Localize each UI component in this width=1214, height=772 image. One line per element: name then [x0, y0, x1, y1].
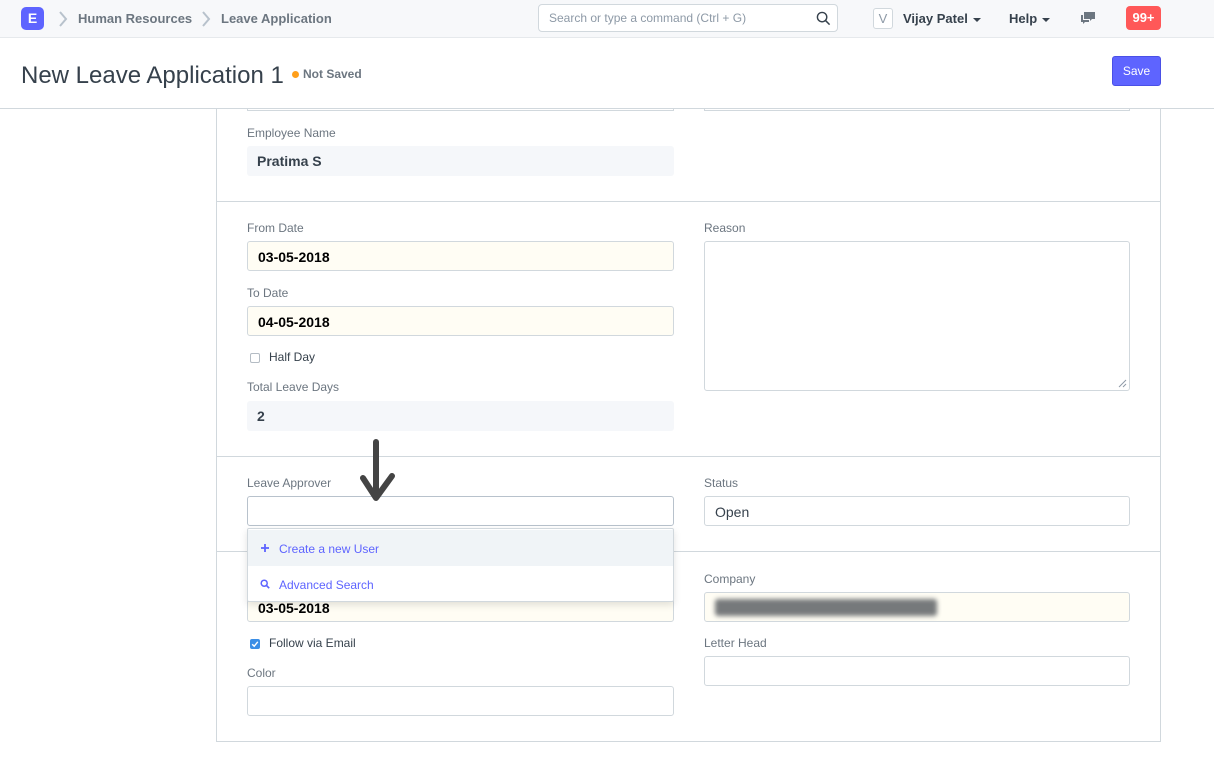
section-divider [217, 456, 1160, 457]
to-date-field[interactable]: 04-05-2018 [247, 306, 674, 336]
total-leave-days-label: Total Leave Days [247, 380, 340, 394]
chevron-right-icon [202, 11, 211, 27]
reason-label: Reason [704, 221, 746, 235]
redacted-company-name [715, 599, 937, 616]
letter-head-input[interactable] [704, 656, 1130, 686]
create-new-user-option[interactable]: Create a new User [248, 530, 673, 566]
resize-handle-icon[interactable] [1118, 379, 1127, 388]
follow-via-email-label: Follow via Email [269, 636, 356, 650]
follow-via-email-checkbox[interactable] [250, 639, 260, 649]
total-leave-days-value: 2 [247, 401, 674, 431]
help-menu[interactable]: Help [1009, 11, 1051, 26]
status-label: Status [704, 476, 739, 490]
search-icon [260, 579, 270, 589]
create-new-user-label: Create a new User [279, 542, 380, 556]
arrow-down-icon [360, 439, 395, 501]
employee-name-value: Pratima S [247, 146, 674, 176]
leave-approver-label: Leave Approver [247, 476, 332, 490]
awesomebar[interactable] [538, 4, 838, 32]
half-day-checkbox[interactable] [250, 353, 260, 363]
check-icon [251, 641, 259, 648]
save-button[interactable]: Save [1112, 56, 1161, 86]
chevron-right-icon [59, 11, 68, 27]
plus-icon [261, 544, 269, 552]
reason-textarea[interactable] [704, 241, 1130, 391]
page-head: New Leave Application 1 Not Saved Save [0, 39, 1214, 109]
status-select[interactable]: Open [704, 496, 1130, 526]
from-date-field[interactable]: 03-05-2018 [247, 241, 674, 271]
section-divider [217, 201, 1160, 202]
status-indicator-dot [292, 71, 299, 78]
user-avatar[interactable]: V [873, 8, 893, 29]
save-status: Not Saved [303, 67, 362, 81]
search-input[interactable] [549, 11, 809, 25]
caret-down-icon [1042, 17, 1051, 22]
chat-icon[interactable] [1080, 11, 1096, 26]
breadcrumb-leave-application[interactable]: Leave Application [221, 11, 332, 26]
leave-approver-dropdown: Create a new User Advanced Search [247, 528, 674, 602]
clipped-field [704, 109, 1130, 111]
letter-head-label: Letter Head [704, 636, 767, 650]
navbar: E Human Resources Leave Application V Vi… [0, 0, 1214, 38]
caret-down-icon [972, 17, 981, 22]
breadcrumb-human-resources[interactable]: Human Resources [78, 11, 192, 26]
color-label: Color [247, 666, 276, 680]
to-date-label: To Date [247, 286, 289, 300]
advanced-search-label: Advanced Search [279, 578, 374, 592]
user-name: Vijay Patel [903, 11, 968, 26]
leave-approver-input[interactable] [247, 496, 674, 526]
half-day-label: Half Day [269, 350, 316, 364]
help-label: Help [1009, 11, 1038, 26]
advanced-search-option[interactable]: Advanced Search [248, 566, 673, 602]
notifications-badge[interactable]: 99+ [1126, 6, 1161, 30]
page-title: New Leave Application 1 [21, 62, 284, 89]
color-input[interactable] [247, 686, 674, 716]
from-date-label: From Date [247, 221, 304, 235]
company-label: Company [704, 572, 756, 586]
leave-application-form: Employee Name Pratima S From Date 03-05-… [216, 109, 1161, 742]
company-field[interactable] [704, 592, 1130, 622]
search-icon [816, 11, 831, 26]
app-logo[interactable]: E [21, 7, 44, 30]
user-menu[interactable]: Vijay Patel [903, 11, 981, 26]
clipped-field [247, 109, 674, 111]
employee-name-label: Employee Name [247, 126, 336, 140]
